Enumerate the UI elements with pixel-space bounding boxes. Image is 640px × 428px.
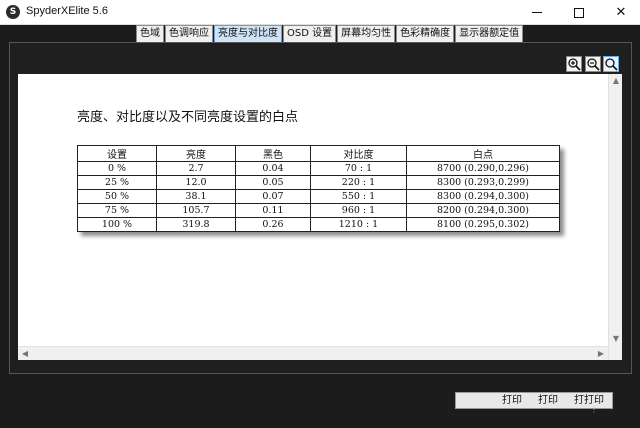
brightness-contrast-table: 设置 亮度 黑色 对比度 白点 0 % 2.7 0.04 70 : 1 8700… <box>77 145 560 232</box>
tab-screen-uniformity[interactable]: 屏幕均匀性 <box>337 25 396 42</box>
cell-brightness: 38.1 <box>156 189 236 204</box>
cell-white-point: 8700 (0.290,0.296) <box>406 161 560 176</box>
print-button[interactable]: 打印 <box>494 393 530 408</box>
resize-grip-icon[interactable]: ⋮ <box>590 406 598 414</box>
title-bar: S SpyderXElite 5.6 ✕ <box>0 0 640 25</box>
cell-contrast: 1210 : 1 <box>310 217 407 232</box>
header-white-point: 白点 <box>406 145 560 162</box>
cell-white-point: 8300 (0.294,0.300) <box>406 189 560 204</box>
cell-brightness: 319.8 <box>156 217 236 232</box>
zoom-in-icon <box>568 58 581 71</box>
tab-brightness-contrast[interactable]: 亮度与对比度 <box>214 25 282 42</box>
cell-brightness: 105.7 <box>156 203 236 218</box>
cell-black: 0.11 <box>235 203 311 218</box>
scroll-right-icon[interactable]: ▶ <box>594 347 608 361</box>
cell-black: 0.05 <box>235 175 311 190</box>
scroll-down-icon[interactable]: ▼ <box>609 332 623 346</box>
tab-bar: 色域 色调响应 亮度与对比度 OSD 设置 屏幕均匀性 色彩精确度 显示器额定值 <box>136 25 524 42</box>
app-logo-icon: S <box>6 5 20 19</box>
table-row: 25 % 12.0 0.05 220 : 1 8300 (0.293,0.299… <box>77 175 560 190</box>
tab-tone-response[interactable]: 色调响应 <box>165 25 213 42</box>
print-button[interactable]: 打打印 <box>566 393 612 408</box>
cell-brightness: 2.7 <box>156 161 236 176</box>
tab-color-accuracy[interactable]: 色彩精确度 <box>396 25 455 42</box>
zoom-fit-button[interactable] <box>603 56 619 72</box>
table-row: 50 % 38.1 0.07 550 : 1 8300 (0.294,0.300… <box>77 189 560 204</box>
window-title: SpyderXElite 5.6 <box>26 5 108 17</box>
tab-osd-settings[interactable]: OSD 设置 <box>283 25 337 42</box>
minimize-icon <box>532 12 542 13</box>
minimize-button[interactable] <box>516 0 558 25</box>
cell-white-point: 8300 (0.293,0.299) <box>406 175 560 190</box>
cell-brightness: 12.0 <box>156 175 236 190</box>
cell-black: 0.07 <box>235 189 311 204</box>
table-row: 75 % 105.7 0.11 960 : 1 8200 (0.294,0.30… <box>77 203 560 218</box>
cell-setting: 75 % <box>77 203 157 218</box>
brightness-table-container: 设置 亮度 黑色 对比度 白点 0 % 2.7 0.04 70 : 1 8700… <box>77 145 560 232</box>
cell-black: 0.26 <box>235 217 311 232</box>
cell-white-point: 8100 (0.295,0.302) <box>406 217 560 232</box>
header-brightness: 亮度 <box>156 145 236 162</box>
cell-contrast: 550 : 1 <box>310 189 407 204</box>
cell-setting: 0 % <box>77 161 157 176</box>
horizontal-scrollbar[interactable]: ◀ ▶ <box>18 346 608 360</box>
cell-setting: 25 % <box>77 175 157 190</box>
maximize-button[interactable] <box>558 0 600 25</box>
header-contrast: 对比度 <box>310 145 407 162</box>
close-icon: ✕ <box>615 5 627 20</box>
cell-black: 0.04 <box>235 161 311 176</box>
header-setting: 设置 <box>77 145 157 162</box>
table-row: 0 % 2.7 0.04 70 : 1 8700 (0.290,0.296) <box>77 161 560 176</box>
scroll-left-icon[interactable]: ◀ <box>18 347 32 361</box>
cell-setting: 50 % <box>77 189 157 204</box>
cell-contrast: 960 : 1 <box>310 203 407 218</box>
print-button[interactable]: 打印 <box>530 393 566 408</box>
zoom-fit-icon <box>605 58 618 71</box>
close-button[interactable]: ✕ <box>600 0 640 25</box>
cell-white-point: 8200 (0.294,0.300) <box>406 203 560 218</box>
vertical-scrollbar[interactable]: ▲ ▼ <box>608 74 622 360</box>
scroll-up-icon[interactable]: ▲ <box>609 74 623 88</box>
report-title: 亮度、对比度以及不同亮度设置的白点 <box>77 110 299 125</box>
tab-display-rating[interactable]: 显示器额定值 <box>455 25 524 42</box>
header-black: 黑色 <box>235 145 311 162</box>
tab-gamut[interactable]: 色域 <box>136 25 164 42</box>
cell-setting: 100 % <box>77 217 157 232</box>
table-row: 100 % 319.8 0.26 1210 : 1 8100 (0.295,0.… <box>77 217 560 232</box>
zoom-out-button[interactable] <box>585 56 601 72</box>
zoom-out-icon <box>587 58 600 71</box>
cell-contrast: 220 : 1 <box>310 175 407 190</box>
maximize-icon <box>574 7 584 18</box>
zoom-in-button[interactable] <box>566 56 582 72</box>
cell-contrast: 70 : 1 <box>310 161 407 176</box>
table-header-row: 设置 亮度 黑色 对比度 白点 <box>77 145 560 162</box>
